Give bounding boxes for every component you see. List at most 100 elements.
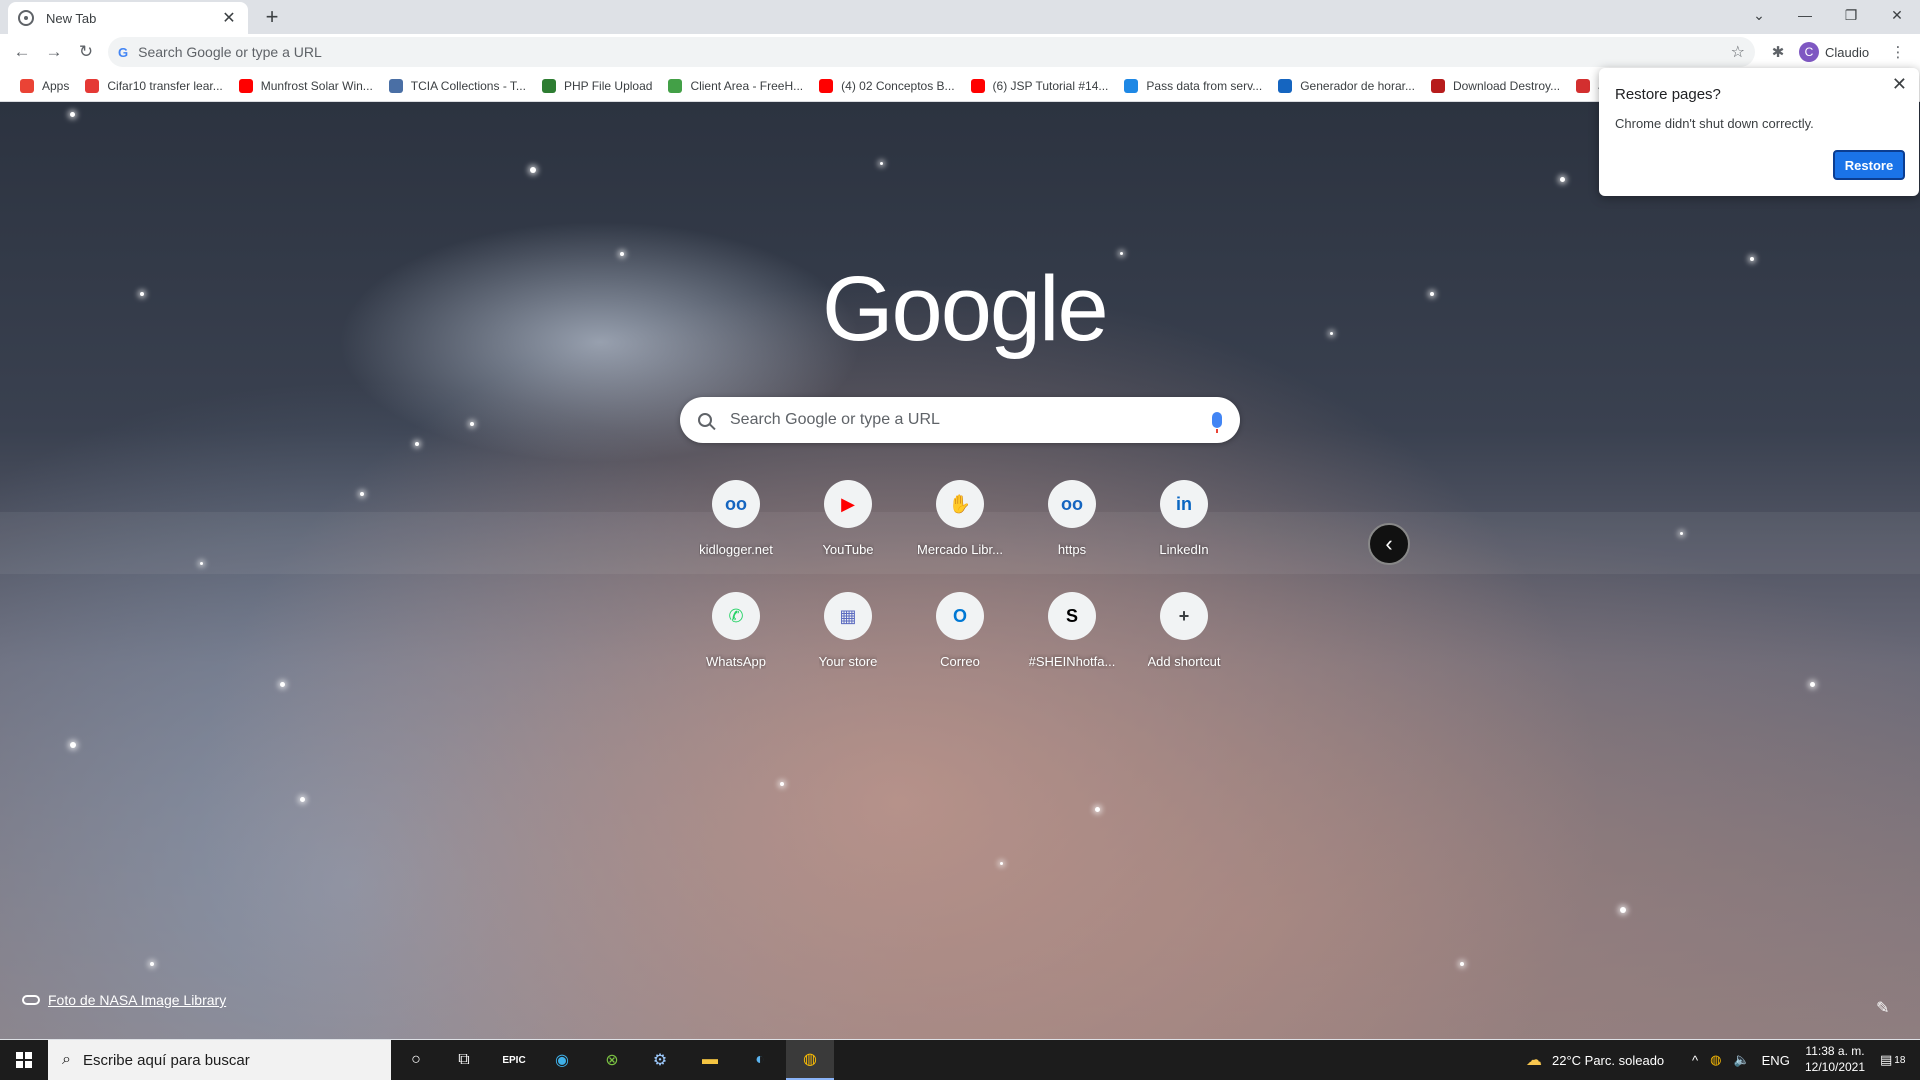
photo-attribution[interactable]: Foto de NASA Image Library xyxy=(22,992,226,1008)
shortcut-icon: in xyxy=(1160,480,1208,528)
background-star xyxy=(300,797,305,802)
tab-search-icon[interactable]: ⌄ xyxy=(1736,0,1782,30)
shortcut-tile[interactable]: S #SHEINhotfa... xyxy=(1016,584,1128,696)
language-indicator[interactable]: ENG xyxy=(1762,1053,1790,1068)
tab-strip: New Tab ✕ + ⌄ — ❐ ✕ xyxy=(0,0,1920,34)
bookmark-star-icon[interactable]: ☆ xyxy=(1731,42,1745,62)
bookmark-item[interactable]: Munfrost Solar Win... xyxy=(231,72,381,100)
background-star xyxy=(1620,907,1626,913)
bookmark-item[interactable]: Apps xyxy=(12,72,77,100)
menu-icon[interactable]: ⋮ xyxy=(1884,38,1912,66)
cortana-icon[interactable]: ○ xyxy=(392,1040,440,1080)
reload-icon[interactable]: ↻ xyxy=(72,38,100,66)
steam-icon[interactable]: ⚙ xyxy=(636,1040,684,1080)
bookmark-item[interactable]: PHP File Upload xyxy=(534,72,661,100)
chevron-left-icon[interactable]: ‹ xyxy=(1368,523,1410,565)
edge-icon[interactable]: ◉ xyxy=(538,1040,586,1080)
bookmark-item[interactable]: (4) 02 Conceptos B... xyxy=(811,72,962,100)
shortcut-label: Add shortcut xyxy=(1147,654,1221,669)
dialog-message: Chrome didn't shut down correctly. xyxy=(1615,116,1814,131)
weather-text: 22°C Parc. soleado xyxy=(1552,1052,1665,1068)
restore-button[interactable]: Restore xyxy=(1833,150,1905,180)
dialog-title: Restore pages? xyxy=(1615,86,1721,103)
ntp-search-box[interactable]: Search Google or type a URL xyxy=(680,397,1240,443)
bookmark-item[interactable]: TCIA Collections - T... xyxy=(381,72,534,100)
tab-new-tab[interactable]: New Tab ✕ xyxy=(8,2,248,34)
bookmark-favicon-icon xyxy=(819,78,834,93)
epic-games-icon[interactable]: EPIC xyxy=(490,1040,538,1080)
extensions-icon[interactable]: ✱ xyxy=(1764,38,1792,66)
background-star xyxy=(140,292,144,296)
bookmark-item[interactable]: (6) JSP Tutorial #14... xyxy=(963,72,1117,100)
back-icon[interactable]: ← xyxy=(8,38,36,66)
search-icon: ⌕ xyxy=(62,1051,71,1068)
shortcut-tile[interactable]: oo kidlogger.net xyxy=(680,472,792,584)
shortcut-tile[interactable]: + Add shortcut xyxy=(1128,584,1240,696)
clock-time: 11:38 a. m. xyxy=(1805,1044,1865,1058)
background-star xyxy=(1460,962,1464,966)
clock[interactable]: 11:38 a. m. 12/10/2021 xyxy=(1795,1043,1875,1075)
pencil-icon[interactable]: ✎ xyxy=(1876,998,1889,1018)
shortcut-tile[interactable]: ▶ YouTube xyxy=(792,472,904,584)
bookmark-item[interactable]: Download Destroy... xyxy=(1423,72,1568,100)
bookmark-label: Pass data from serv... xyxy=(1146,78,1263,93)
chrome-icon xyxy=(18,10,34,26)
file-explorer-icon[interactable]: ▬ xyxy=(686,1040,734,1080)
shortcut-label: Mercado Libr... xyxy=(917,542,1003,557)
shortcut-tile[interactable]: ▦ Your store xyxy=(792,584,904,696)
task-view-icon[interactable]: ⧉ xyxy=(440,1040,488,1080)
shortcut-tile[interactable]: ✆ WhatsApp xyxy=(680,584,792,696)
shortcut-icon: ▶ xyxy=(824,480,872,528)
start-button[interactable] xyxy=(0,1040,48,1080)
link-icon xyxy=(22,995,40,1005)
shortcut-tile[interactable]: oo https xyxy=(1016,472,1128,584)
shortcut-tile[interactable]: in LinkedIn xyxy=(1128,472,1240,584)
weather-widget[interactable]: ☁ 22°C Parc. soleado xyxy=(1526,1040,1664,1080)
bookmark-item[interactable]: Generador de horar... xyxy=(1270,72,1423,100)
bookmark-favicon-icon xyxy=(1278,78,1293,93)
browser-icon[interactable]: ◐ xyxy=(736,1040,784,1080)
close-tab-icon[interactable]: ✕ xyxy=(220,8,238,28)
bookmark-label: Apps xyxy=(42,78,70,93)
chrome-tray-icon[interactable]: ◍ xyxy=(1710,1052,1721,1068)
volume-muted-icon[interactable]: 🔈 xyxy=(1733,1052,1749,1068)
bookmark-item[interactable]: Client Area - FreeH... xyxy=(660,72,811,100)
minimize-button[interactable]: — xyxy=(1782,0,1828,30)
background-star xyxy=(1810,682,1815,687)
bookmark-item[interactable]: Pass data from serv... xyxy=(1116,72,1270,100)
shortcuts-grid: oo kidlogger.net ▶ YouTube ✋ Mercado Libr... o… xyxy=(680,472,1240,702)
shortcut-tile[interactable]: O Correo xyxy=(904,584,1016,696)
address-bar-placeholder: Search Google or type a URL xyxy=(138,44,322,60)
shortcut-label: https xyxy=(1057,542,1087,557)
windows-icon xyxy=(16,1052,32,1068)
close-dialog-icon[interactable]: ✕ xyxy=(1892,74,1907,95)
background-star xyxy=(1430,292,1434,296)
shortcut-icon: ✋ xyxy=(936,480,984,528)
forward-icon[interactable]: → xyxy=(40,38,68,66)
shortcut-tile[interactable]: ✋ Mercado Libr... xyxy=(904,472,1016,584)
chrome-taskbar-icon[interactable]: ◍ xyxy=(786,1040,834,1080)
bookmark-label: (4) 02 Conceptos B... xyxy=(841,78,955,93)
background-star xyxy=(70,742,76,748)
xbox-icon[interactable]: ⊗ xyxy=(588,1040,636,1080)
tab-title: New Tab xyxy=(46,10,97,26)
new-tab-page: Google Search Google or type a URL oo kid… xyxy=(0,102,1920,1039)
background-star xyxy=(1095,807,1100,812)
microphone-icon[interactable] xyxy=(1212,412,1222,433)
new-tab-button[interactable]: + xyxy=(258,4,286,32)
bookmark-label: Munfrost Solar Win... xyxy=(260,78,373,93)
notifications-button[interactable]: ▤ 18 xyxy=(1880,1040,1905,1080)
address-bar[interactable]: G Search Google or type a URL ☆ xyxy=(108,37,1755,67)
bookmark-item[interactable]: Cifar10 transfer lear... xyxy=(77,72,230,100)
background-star xyxy=(1560,177,1565,182)
taskbar-search[interactable]: ⌕ Escribe aquí para buscar xyxy=(48,1040,391,1080)
bookmark-label: Download Destroy... xyxy=(1452,78,1561,93)
profile-button[interactable]: C Claudio xyxy=(1796,39,1880,65)
close-window-button[interactable]: ✕ xyxy=(1874,0,1920,30)
bookmark-label: Client Area - FreeH... xyxy=(690,78,804,93)
shortcut-label: LinkedIn xyxy=(1159,542,1209,557)
restore-button[interactable]: ❐ xyxy=(1828,0,1874,30)
attribution-text: Foto de NASA Image Library xyxy=(48,992,227,1008)
chevron-up-icon[interactable]: ^ xyxy=(1692,1053,1698,1068)
shortcut-label: kidlogger.net xyxy=(699,542,773,557)
